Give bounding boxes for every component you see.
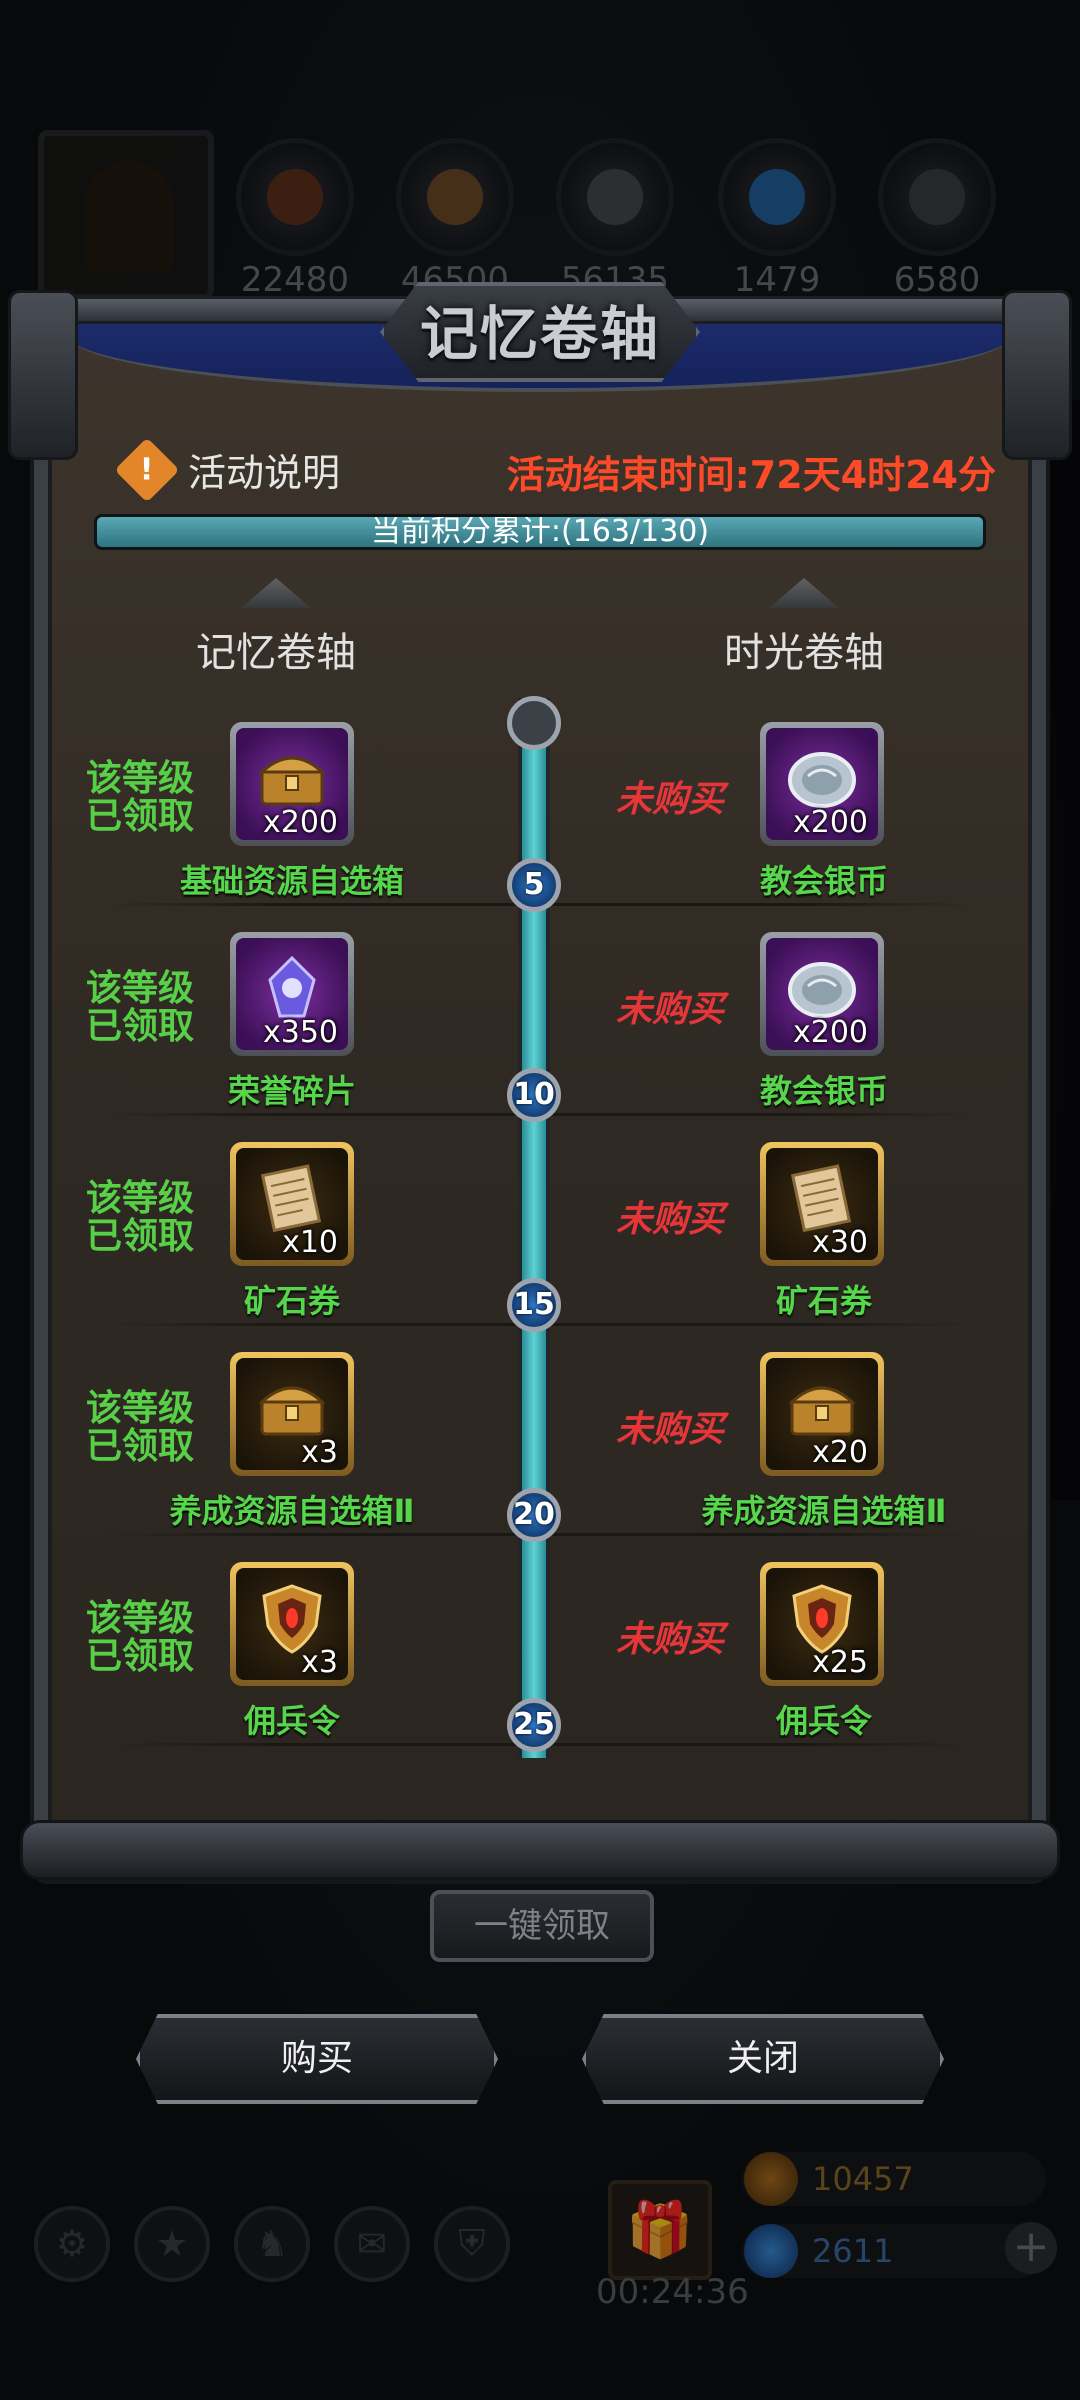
activity-info-label: 活动说明 bbox=[188, 451, 341, 495]
points-progress-text: 当前积分累计:(163/130) bbox=[370, 514, 710, 549]
free-reward-slot[interactable]: x10 bbox=[230, 1142, 354, 1266]
reward-quantity: x350 bbox=[262, 1015, 338, 1050]
not-purchased-status: 未购买 bbox=[616, 779, 725, 820]
column-header-premium-label: 时光卷轴 bbox=[724, 630, 884, 676]
free-reward-slot[interactable]: x3 bbox=[230, 1352, 354, 1476]
reward-name: 矿石券 bbox=[775, 1282, 872, 1320]
warning-icon: ! bbox=[114, 436, 180, 503]
dialog-bottom-frame bbox=[20, 1820, 1060, 1880]
not-purchased-status: 未购买 bbox=[616, 1199, 725, 1240]
level-node: 25 bbox=[507, 1698, 561, 1752]
event-end-time: 活动结束时间:72天4时24分 bbox=[506, 453, 996, 497]
claim-all-button[interactable]: 一键领取 bbox=[430, 1890, 654, 1962]
reward-name: 矿石券 bbox=[243, 1282, 340, 1320]
track-start-node bbox=[507, 696, 561, 750]
claimed-status: 该等级 已领取 bbox=[85, 758, 194, 837]
reward-quantity: x10 bbox=[282, 1225, 338, 1260]
claimed-status: 该等级 已领取 bbox=[85, 968, 194, 1047]
level-node: 15 bbox=[507, 1278, 561, 1332]
reward-quantity: x200 bbox=[792, 1015, 868, 1050]
reward-quantity: x200 bbox=[792, 805, 868, 840]
memory-scroll-dialog: 记忆卷轴 ! 活动说明 活动结束时间:72天4时24分 当前积分累计:(163/… bbox=[8, 282, 1072, 1962]
reward-name: 佣兵令 bbox=[775, 1702, 872, 1740]
free-reward-slot[interactable]: x3 bbox=[230, 1562, 354, 1686]
dialog-title: 记忆卷轴 bbox=[419, 300, 660, 368]
reward-name: 佣兵令 bbox=[243, 1702, 340, 1740]
reward-quantity: x30 bbox=[812, 1225, 868, 1260]
reward-name: 养成资源自选箱Ⅱ bbox=[169, 1492, 415, 1530]
premium-reward-slot[interactable]: x30 bbox=[760, 1142, 884, 1266]
column-header-free-label: 记忆卷轴 bbox=[196, 630, 356, 676]
header-ornament bbox=[769, 578, 839, 608]
reward-name: 荣誉碎片 bbox=[227, 1072, 356, 1110]
close-button[interactable]: 关闭 bbox=[582, 2014, 944, 2104]
reward-name: 养成资源自选箱Ⅱ bbox=[701, 1492, 947, 1530]
claimed-status: 该等级 已领取 bbox=[85, 1388, 194, 1467]
free-reward-slot[interactable]: x350 bbox=[230, 932, 354, 1056]
not-purchased-status: 未购买 bbox=[616, 989, 725, 1030]
reward-quantity: x25 bbox=[812, 1645, 868, 1680]
column-header-free: 记忆卷轴 bbox=[146, 578, 406, 678]
not-purchased-status: 未购买 bbox=[616, 1409, 725, 1450]
header-ornament bbox=[241, 578, 311, 608]
reward-quantity: x200 bbox=[262, 805, 338, 840]
premium-reward-slot[interactable]: x200 bbox=[760, 722, 884, 846]
reward-quantity: x20 bbox=[812, 1435, 868, 1470]
column-header-premium: 时光卷轴 bbox=[674, 578, 934, 678]
premium-reward-slot[interactable]: x200 bbox=[760, 932, 884, 1056]
reward-name: 基础资源自选箱 bbox=[179, 862, 404, 900]
progress-track bbox=[518, 698, 550, 1758]
reward-name: 教会银币 bbox=[759, 862, 888, 900]
buy-button[interactable]: 购买 bbox=[136, 2014, 498, 2104]
reward-quantity: x3 bbox=[301, 1645, 338, 1680]
level-node: 10 bbox=[507, 1068, 561, 1122]
not-purchased-status: 未购买 bbox=[616, 1619, 725, 1660]
corner-ornament-right bbox=[1002, 290, 1072, 460]
premium-reward-slot[interactable]: x20 bbox=[760, 1352, 884, 1476]
premium-reward-slot[interactable]: x25 bbox=[760, 1562, 884, 1686]
points-progress-bar: 当前积分累计:(163/130) bbox=[94, 514, 986, 550]
free-reward-slot[interactable]: x200 bbox=[230, 722, 354, 846]
claimed-status: 该等级 已领取 bbox=[85, 1598, 194, 1677]
reward-quantity: x3 bbox=[301, 1435, 338, 1470]
reward-name: 教会银币 bbox=[759, 1072, 888, 1110]
level-node: 5 bbox=[507, 858, 561, 912]
activity-info-button[interactable]: ! 活动说明 bbox=[114, 436, 341, 503]
level-node: 20 bbox=[507, 1488, 561, 1542]
corner-ornament-left bbox=[8, 290, 78, 460]
claimed-status: 该等级 已领取 bbox=[85, 1178, 194, 1257]
